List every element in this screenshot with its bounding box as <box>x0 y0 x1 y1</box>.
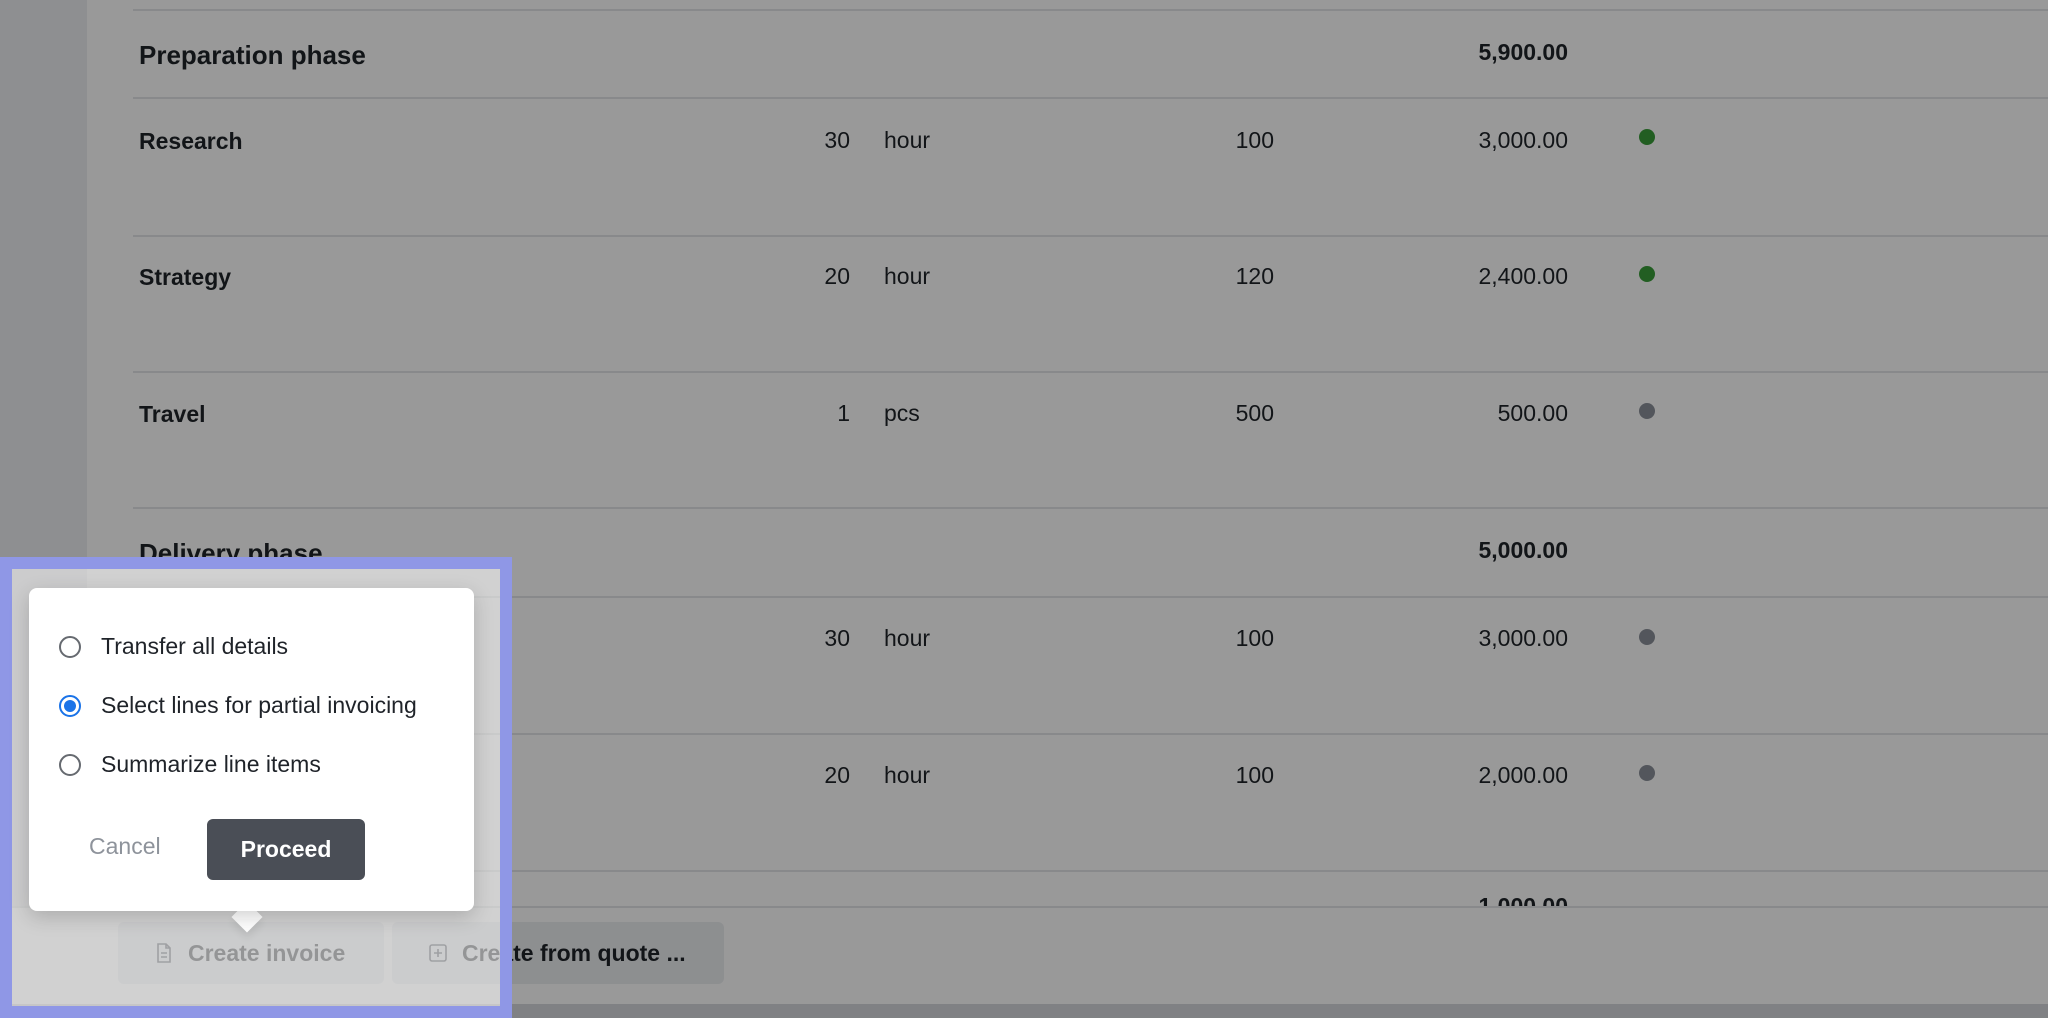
invoice-options-popover: Transfer all details Select lines for pa… <box>29 588 474 911</box>
status-dot-icon <box>1639 403 1655 419</box>
row-qty: 30 <box>824 127 850 153</box>
option-summarize-line-items[interactable]: Summarize line items <box>59 751 321 778</box>
group-total: 5,000.00 <box>1478 537 1568 563</box>
page: Preparation phase 5,900.00 Research 30 h… <box>0 0 2048 1018</box>
status-dot-icon <box>1639 765 1655 781</box>
create-from-quote-label: Create from quote ... <box>462 939 686 966</box>
row-price: 100 <box>1235 127 1274 153</box>
option-select-lines-partial[interactable]: Select lines for partial invoicing <box>59 692 417 719</box>
divider <box>133 97 2048 99</box>
partial-group-total: 1,000.00 <box>1478 893 1568 906</box>
radio-icon[interactable] <box>59 694 81 717</box>
option-label: Select lines for partial invoicing <box>101 692 417 718</box>
row-qty: 20 <box>824 762 850 788</box>
row-name: Strategy <box>139 264 232 290</box>
row-amount: 3,000.00 <box>1478 625 1568 651</box>
row-qty: 30 <box>824 625 850 651</box>
row-price: 500 <box>1235 400 1274 426</box>
option-label: Transfer all details <box>101 633 289 659</box>
cancel-button[interactable]: Cancel <box>89 833 161 860</box>
plus-square-icon <box>426 941 450 965</box>
bottom-strip <box>0 1004 2048 1018</box>
radio-icon[interactable] <box>59 635 81 658</box>
row-price: 100 <box>1235 625 1274 651</box>
row-unit: hour <box>884 263 931 289</box>
divider <box>133 371 2048 373</box>
group-total: 5,900.00 <box>1478 39 1568 65</box>
row-price: 100 <box>1235 762 1274 788</box>
invoice-icon <box>152 941 176 965</box>
status-dot-icon <box>1639 266 1655 282</box>
create-invoice-label: Create invoice <box>188 939 346 966</box>
divider <box>133 9 2048 11</box>
row-qty: 20 <box>824 263 850 289</box>
divider <box>133 507 2048 509</box>
row-name: Travel <box>139 401 206 427</box>
option-transfer-all-details[interactable]: Transfer all details <box>59 633 288 660</box>
row-unit: pcs <box>884 400 920 426</box>
row-amount: 3,000.00 <box>1478 127 1568 153</box>
status-dot-icon <box>1639 629 1655 645</box>
divider <box>133 235 2048 237</box>
row-unit: hour <box>884 762 931 788</box>
row-qty: 1 <box>837 400 850 426</box>
row-amount: 2,400.00 <box>1478 263 1568 289</box>
status-dot-icon <box>1639 129 1655 145</box>
create-invoice-button[interactable]: Create invoice <box>118 922 384 984</box>
option-label: Summarize line items <box>101 751 321 777</box>
proceed-button[interactable]: Proceed <box>207 819 365 880</box>
radio-icon[interactable] <box>59 753 81 776</box>
row-price: 120 <box>1235 263 1274 289</box>
row-name: Research <box>139 128 243 154</box>
row-amount: 2,000.00 <box>1478 762 1568 788</box>
group-title: Preparation phase <box>139 40 366 70</box>
row-amount: 500.00 <box>1497 400 1568 426</box>
group-title: Delivery phase <box>139 538 323 568</box>
create-from-quote-button[interactable]: Create from quote ... <box>392 922 724 984</box>
row-unit: hour <box>884 625 931 651</box>
row-unit: hour <box>884 127 931 153</box>
